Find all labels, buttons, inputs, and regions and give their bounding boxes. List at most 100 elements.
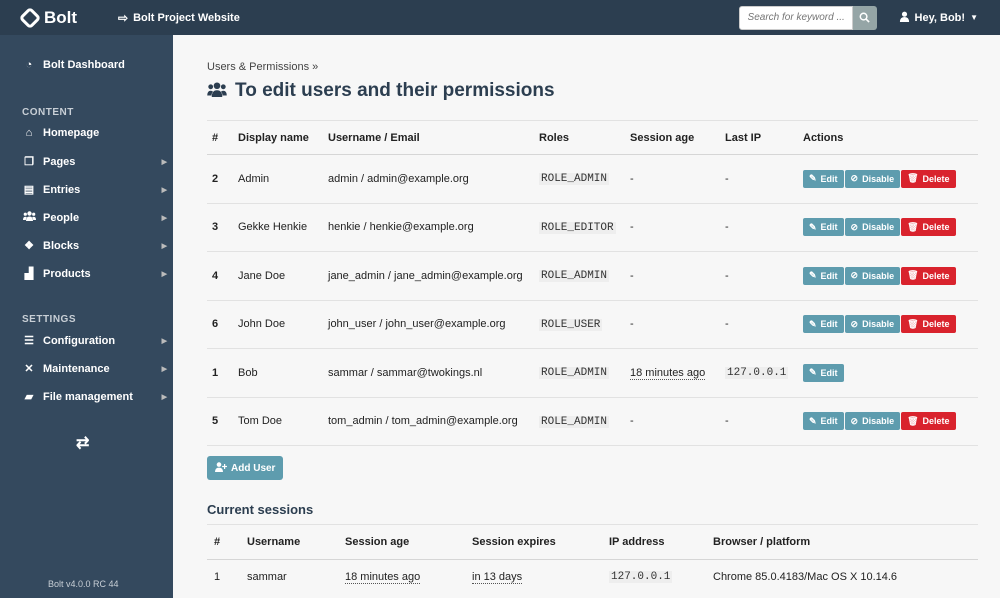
delete-button[interactable]: 🗑 Delete (901, 218, 956, 237)
sidebar-item-label: Pages (43, 155, 76, 168)
disable-button[interactable]: ⊘ Disable (844, 218, 901, 237)
sidebar-item-label: People (43, 211, 80, 224)
session-expires: in 13 days (472, 570, 523, 584)
disable-button[interactable]: ⊘ Disable (844, 412, 901, 431)
sidebar-toggle-icon[interactable]: ⇄ (76, 433, 89, 453)
user-role: ROLE_USER (539, 318, 603, 331)
delete-label: Delete (922, 173, 950, 184)
sidebar-item-file-management[interactable]: ▰ File management ▶ (22, 390, 167, 404)
ban-icon: ⊘ (850, 270, 859, 281)
edit-label: Edit (820, 416, 838, 427)
user-session-age: - (630, 172, 634, 185)
sidebar-item-dashboard[interactable]: ◔ Bolt Dashboard (22, 59, 167, 71)
session-ip: 127.0.0.1 (609, 571, 673, 584)
sidebar-item-configuration[interactable]: ☰ Configuration ▶ (22, 334, 167, 348)
user-role: ROLE_ADMIN (539, 367, 610, 380)
chevron-right-icon: ▶ (161, 242, 167, 250)
user-display-name: Gekke Henkie (233, 203, 323, 252)
edit-button[interactable]: ✎ Edit (803, 218, 844, 237)
sign-out-icon: ⇨ (118, 10, 129, 25)
trash-icon: 🗑 (907, 173, 919, 184)
column-header: Username / Email (323, 120, 534, 155)
user-session-age: 18 minutes ago (630, 366, 706, 380)
user-session-age-cell: 18 minutes ago (625, 348, 720, 398)
user-last-ip-cell: 127.0.0.1 (720, 348, 798, 398)
user-id: 3 (207, 203, 233, 252)
user-username-email: tom_admin / tom_admin@example.org (323, 397, 534, 446)
sidebar-item-maintenance[interactable]: ✕ Maintenance ▶ (22, 362, 167, 376)
edit-button[interactable]: ✎ Edit (803, 169, 844, 188)
edit-icon: ✎ (809, 367, 817, 378)
ban-icon: ⊘ (850, 415, 859, 426)
brand-name: Bolt (44, 7, 78, 27)
session-browser: Chrome 85.0.4183/Mac OS X 10.14.6 (713, 570, 898, 583)
user-display-name: John Doe (233, 300, 323, 349)
edit-icon: ✎ (809, 415, 817, 426)
sidebar-item-entries[interactable]: ▤ Entries ▶ (22, 183, 167, 197)
trash-icon: 🗑 (907, 415, 919, 426)
file-icon: ▤ (23, 184, 35, 196)
user-last-ip: - (725, 269, 729, 282)
user-actions: ✎ Edit ⊘ Disable 🗑 Delete (798, 203, 978, 252)
version-label: Bolt v4.0.0 RC 44 (48, 579, 119, 589)
session-id: 1 (214, 570, 221, 583)
user-role: ROLE_EDITOR (539, 221, 616, 234)
column-header: # (207, 524, 240, 560)
ban-icon: ⊘ (850, 173, 859, 184)
sidebar-item-products[interactable]: ▟ Products ▶ (22, 267, 167, 281)
sidebar-item-pages[interactable]: ❐ Pages ▶ (22, 155, 167, 169)
delete-label: Delete (922, 416, 950, 427)
breadcrumb[interactable]: Users & Permissions » (207, 61, 318, 73)
edit-icon: ✎ (809, 173, 817, 184)
edit-button[interactable]: ✎ Edit (803, 315, 844, 334)
column-header: Display name (233, 120, 323, 155)
user-id: 6 (207, 300, 233, 349)
search-button[interactable] (852, 5, 877, 30)
user-role: ROLE_ADMIN (539, 415, 610, 428)
user-last-ip: - (725, 221, 729, 234)
edit-button[interactable]: ✎ Edit (803, 266, 844, 285)
user-last-ip: - (725, 318, 729, 331)
user-greeting: Hey, Bob! (914, 11, 966, 24)
edit-button[interactable]: ✎ Edit (803, 412, 844, 431)
column-header: IP address (602, 524, 706, 560)
sidebar-item-blocks[interactable]: ❖ Blocks ▶ (22, 239, 167, 253)
sidebar-item-label: Entries (43, 183, 81, 196)
home-icon: ⌂ (25, 127, 33, 139)
edit-label: Edit (820, 319, 838, 330)
column-header: Session age (338, 524, 465, 560)
page-title-text: To edit users and their permissions (235, 80, 555, 101)
delete-button[interactable]: 🗑 Delete (901, 169, 956, 188)
table-row: 2 Admin admin / admin@example.org ROLE_ADMI… (207, 154, 978, 204)
user-menu[interactable]: Hey, Bob! ▼ (899, 11, 978, 25)
disable-button[interactable]: ⊘ Disable (844, 169, 901, 188)
edit-label: Edit (820, 367, 838, 378)
sidebar-item-people[interactable]: People ▶ (22, 211, 167, 224)
sidebar-item-homepage[interactable]: ⌂ Homepage (22, 127, 167, 139)
disable-button[interactable]: ⊘ Disable (844, 315, 901, 334)
page-title: To edit users and their permissions (207, 80, 555, 102)
column-header: Actions (798, 120, 978, 155)
edit-label: Edit (820, 222, 838, 233)
edit-button[interactable]: ✎ Edit (803, 363, 844, 382)
sidebar-item-label: Blocks (43, 239, 80, 252)
users-icon (22, 211, 36, 224)
table-row: 1 sammar 18 minutes ago in 13 days 127.0… (207, 560, 978, 594)
ban-icon: ⊘ (850, 221, 859, 232)
table-row: 5 Tom Doe tom_admin / tom_admin@example.or… (207, 397, 978, 446)
user-actions: ✎ Edit ⊘ Disable 🗑 Delete (798, 397, 978, 446)
add-user-button[interactable]: Add User (207, 456, 284, 480)
delete-button[interactable]: 🗑 Delete (901, 412, 956, 431)
search-input[interactable] (738, 5, 853, 30)
project-website-link[interactable]: ⇨ Bolt Project Website (118, 11, 240, 25)
user-display-name: Bob (233, 348, 323, 398)
user-session-age-cell: - (625, 397, 720, 446)
session-age-cell: 18 minutes ago (338, 560, 465, 594)
delete-button[interactable]: 🗑 Delete (901, 266, 956, 285)
user-actions: ✎ Edit ⊘ Disable 🗑 Delete (798, 251, 978, 301)
delete-button[interactable]: 🗑 Delete (901, 315, 956, 334)
disable-button[interactable]: ⊘ Disable (844, 266, 901, 285)
user-icon (899, 11, 910, 25)
user-display-name: Admin (233, 154, 323, 204)
user-actions: ✎ Edit (798, 348, 978, 398)
